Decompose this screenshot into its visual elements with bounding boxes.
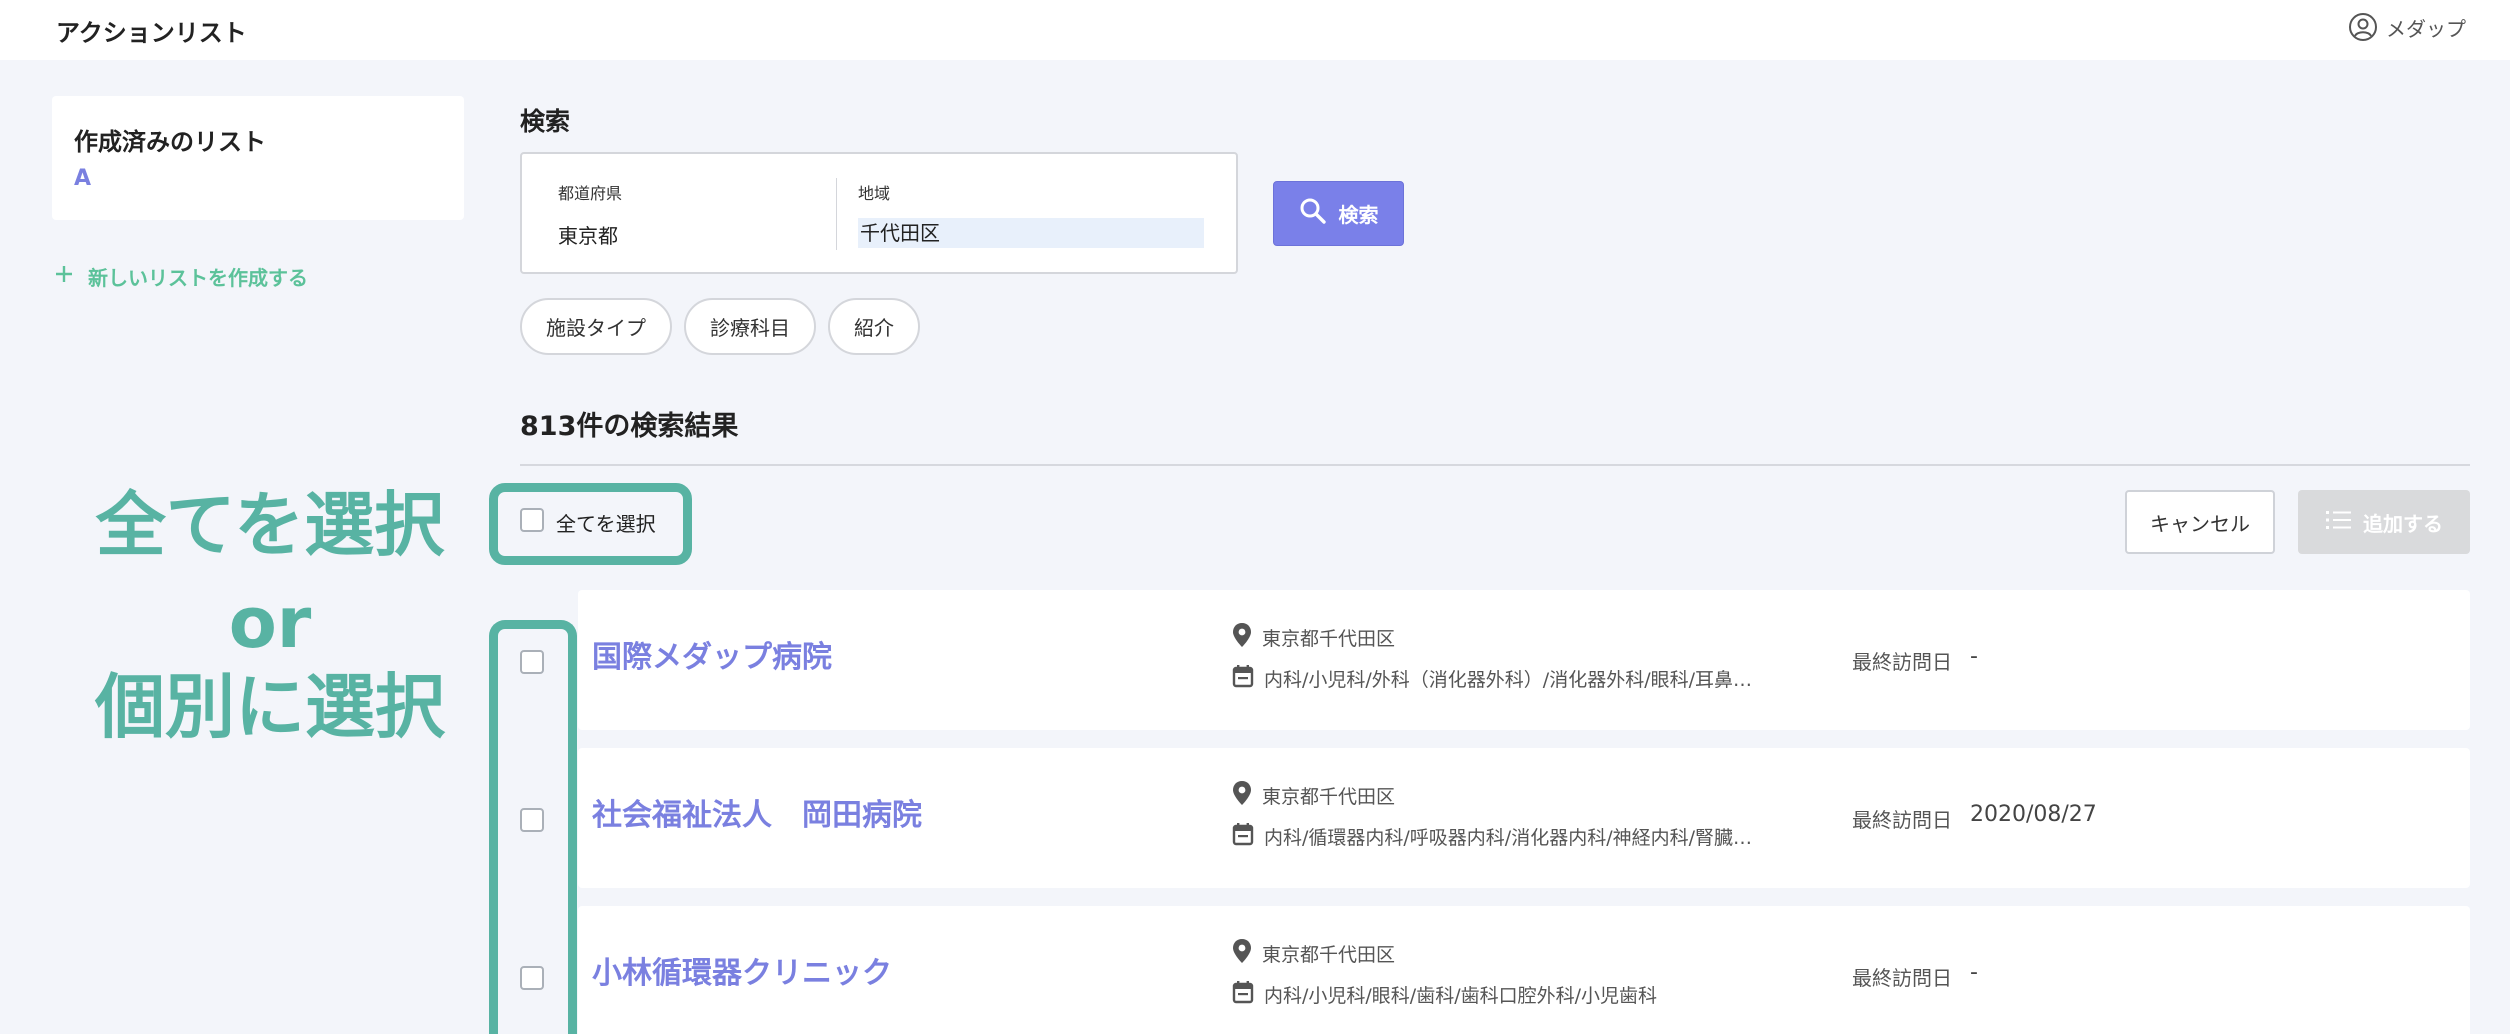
facility-address: 東京都千代田区 bbox=[1262, 944, 1396, 966]
address-line: 東京都千代田区 bbox=[1232, 938, 1395, 969]
calendar-icon bbox=[1232, 822, 1254, 851]
user-menu[interactable]: メダップ bbox=[2348, 12, 2466, 42]
new-list-link[interactable]: 新しいリストを作成する bbox=[54, 262, 308, 291]
last-visit-value: 2020/08/27 bbox=[1970, 802, 2097, 827]
region-input[interactable]: 千代田区 bbox=[858, 218, 1204, 248]
search-button-label: 検索 bbox=[1338, 203, 1379, 227]
region-label: 地域 bbox=[858, 184, 891, 203]
result-row[interactable]: 社会福祉法人 岡田病院 東京都千代田区 内科/循環器内科/呼吸器内科/消化器内科… bbox=[578, 748, 2470, 888]
search-heading: 検索 bbox=[520, 107, 571, 136]
result-row[interactable]: 国際メダップ病院 東京都千代田区 内科/小児科/外科（消化器外科）/消化器外科/… bbox=[578, 590, 2470, 730]
facility-departments: 内科/小児科/眼科/歯科/歯科口腔外科/小児歯科 bbox=[1264, 985, 1658, 1007]
calendar-icon bbox=[1232, 980, 1254, 1009]
select-all-highlight-frame bbox=[489, 483, 692, 565]
facility-departments: 内科/小児科/外科（消化器外科）/消化器外科/眼科/耳鼻… bbox=[1264, 669, 1753, 691]
facility-address: 東京都千代田区 bbox=[1262, 786, 1396, 808]
plus-icon bbox=[54, 264, 74, 289]
departments-line: 内科/小児科/外科（消化器外科）/消化器外科/眼科/耳鼻… bbox=[1232, 664, 1752, 693]
annotation-select-all: 全てを選択 bbox=[95, 484, 445, 566]
list-item[interactable]: A bbox=[74, 166, 91, 191]
results-divider bbox=[520, 464, 2470, 466]
last-visit-label: 最終訪問日 bbox=[1852, 650, 1952, 674]
map-pin-icon bbox=[1232, 780, 1252, 811]
address-line: 東京都千代田区 bbox=[1232, 622, 1395, 653]
chip-facility-type[interactable]: 施設タイプ bbox=[520, 298, 672, 355]
facility-departments: 内科/循環器内科/呼吸器内科/消化器内科/神経内科/腎臓… bbox=[1264, 827, 1753, 849]
last-visit-value: - bbox=[1970, 960, 1978, 985]
top-bar bbox=[0, 0, 2510, 60]
calendar-icon bbox=[1232, 664, 1254, 693]
last-visit-label: 最終訪問日 bbox=[1852, 808, 1952, 832]
departments-line: 内科/循環器内科/呼吸器内科/消化器内科/神経内科/腎臓… bbox=[1232, 822, 1752, 851]
last-visit-label: 最終訪問日 bbox=[1852, 966, 1952, 990]
facility-name[interactable]: 国際メダップ病院 bbox=[592, 632, 832, 676]
address-line: 東京都千代田区 bbox=[1232, 780, 1395, 811]
map-pin-icon bbox=[1232, 622, 1252, 653]
app-title: アクションリスト bbox=[56, 19, 247, 47]
annotation-select-individually: 個別に選択 bbox=[95, 666, 445, 748]
user-name: メダップ bbox=[2386, 16, 2466, 41]
annotation-or: or bbox=[228, 582, 312, 664]
individual-select-highlight-frame bbox=[489, 620, 577, 1034]
created-lists-card: 作成済みのリスト A bbox=[52, 96, 464, 220]
facility-name[interactable]: 小林循環器クリニック bbox=[592, 948, 892, 992]
add-button-label: 追加する bbox=[2363, 511, 2443, 536]
search-box: 都道府県 東京都 地域 千代田区 bbox=[520, 152, 1238, 274]
chip-department[interactable]: 診療科目 bbox=[684, 298, 816, 355]
created-lists-title: 作成済みのリスト bbox=[74, 128, 266, 156]
search-button[interactable]: 検索 bbox=[1273, 181, 1404, 246]
last-visit-value: - bbox=[1970, 644, 1978, 669]
prefecture-label: 都道府県 bbox=[558, 184, 623, 203]
prefecture-select[interactable]: 東京都 bbox=[558, 220, 618, 249]
search-icon bbox=[1299, 197, 1327, 230]
facility-name[interactable]: 社会福祉法人 岡田病院 bbox=[592, 790, 922, 834]
user-circle-icon bbox=[2348, 12, 2378, 42]
results-heading: 813件の検索結果 bbox=[520, 411, 739, 442]
facility-address: 東京都千代田区 bbox=[1262, 628, 1396, 650]
new-list-label: 新しいリストを作成する bbox=[88, 266, 308, 290]
add-to-list-button[interactable]: 追加する bbox=[2298, 490, 2470, 554]
result-row[interactable]: 小林循環器クリニック 東京都千代田区 内科/小児科/眼科/歯科/歯科口腔外科/小… bbox=[578, 906, 2470, 1034]
chip-referral[interactable]: 紹介 bbox=[828, 298, 920, 355]
map-pin-icon bbox=[1232, 938, 1252, 969]
cancel-button[interactable]: キャンセル bbox=[2125, 490, 2275, 554]
field-divider bbox=[836, 178, 837, 250]
list-icon bbox=[2325, 509, 2353, 536]
departments-line: 内科/小児科/眼科/歯科/歯科口腔外科/小児歯科 bbox=[1232, 980, 1657, 1009]
